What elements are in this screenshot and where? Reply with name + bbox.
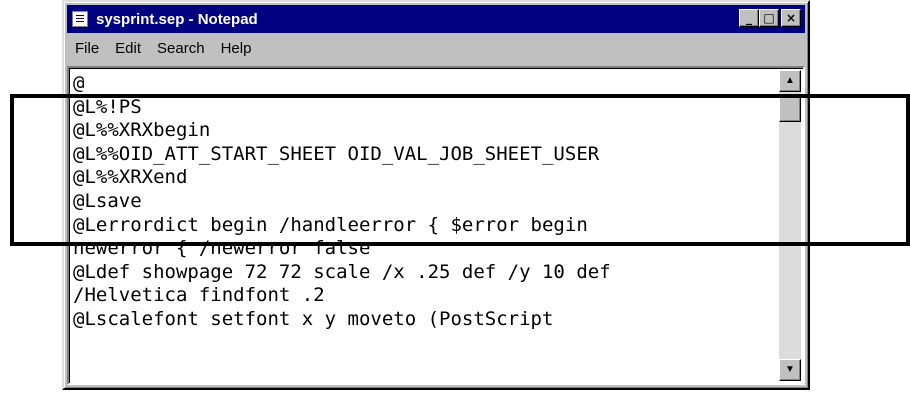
text-line: @L%!PS [73,95,142,118]
text-line: @L%%OID_ATT_START_SHEET OID_VAL_JOB_SHEE… [73,142,600,165]
menu-file[interactable]: File [67,40,107,57]
menu-search[interactable]: Search [149,40,213,57]
scroll-thumb[interactable] [779,94,801,122]
window-title: sysprint.sep - Notepad [96,10,258,28]
text-line: @L%%XRXend [73,166,188,189]
text-line: @Ldef showpage 72 72 scale /x .25 def /y… [73,260,611,283]
text-line: /Helvetica findfont .2 [73,284,325,307]
menu-edit[interactable]: Edit [107,40,149,57]
vertical-scrollbar[interactable]: ▲ ▼ [779,70,801,381]
text-line: @L%%XRXbegin [73,119,211,142]
close-button[interactable]: × [781,9,801,27]
menu-help[interactable]: Help [213,40,260,57]
text-line: @Lsave [73,189,142,212]
text-editor[interactable]: @ @L%!PS @L%%XRXbegin @L%%OID_ATT_START_SHE… [67,66,805,385]
notepad-window: sysprint.sep - Notepad _ □ × File Edit S… [62,0,810,390]
editor-text[interactable]: @ @L%!PS @L%%XRXbegin @L%%OID_ATT_START_SHE… [73,72,777,379]
scroll-down-icon[interactable]: ▼ [779,359,801,381]
text-line: newerror { /newerror false [73,237,371,260]
text-line: @Lerrordict begin /handleerror { $error … [73,213,588,236]
notepad-app-icon[interactable] [72,11,88,27]
title-bar[interactable]: sysprint.sep - Notepad _ □ × [67,5,805,33]
text-line: @ [73,72,85,94]
maximize-button[interactable]: □ [759,9,779,27]
text-line: @Lscalefont setfont x y moveto (PostScri… [73,307,554,330]
window-controls: _ □ × [739,9,801,27]
minimize-button[interactable]: _ [739,9,759,27]
scroll-up-icon[interactable]: ▲ [779,70,801,92]
menu-bar: File Edit Search Help [67,35,805,61]
